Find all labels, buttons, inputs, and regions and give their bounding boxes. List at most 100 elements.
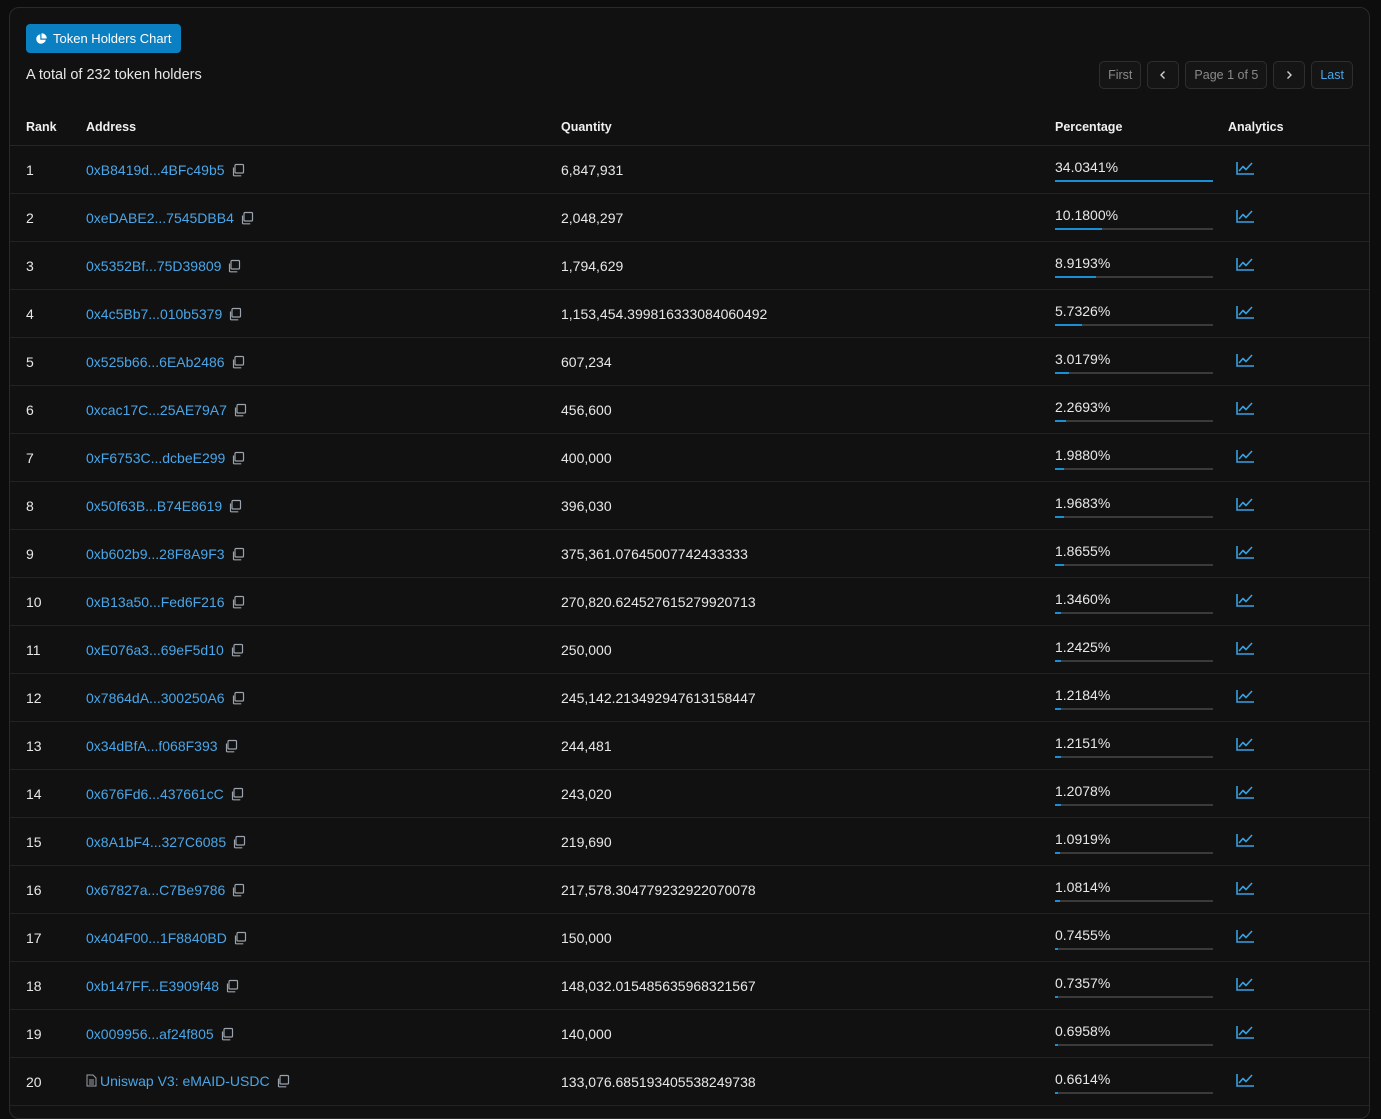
address-link[interactable]: 0xE076a3...69eF5d10	[86, 642, 224, 658]
analytics-chart-icon[interactable]	[1235, 256, 1255, 272]
address-link[interactable]: Uniswap V3: eMAID-USDC	[100, 1073, 270, 1089]
first-page-button[interactable]: First	[1099, 61, 1142, 89]
rank-cell: 11	[26, 641, 41, 658]
copy-icon[interactable]	[228, 307, 242, 321]
copy-icon[interactable]	[225, 979, 239, 993]
table-row: 6 0xcac17C...25AE79A7 456,600 2.2693%	[10, 385, 1369, 434]
address-link[interactable]: 0xF6753C...dcbeE299	[86, 450, 225, 466]
percentage-bar-fill	[1055, 276, 1097, 278]
address-link[interactable]: 0x525b66...6EAb2486	[86, 354, 225, 370]
address-header: Address	[86, 109, 561, 146]
percentage-bar-fill	[1055, 1044, 1059, 1046]
address-cell: 0x525b66...6EAb2486	[86, 354, 245, 370]
address-link[interactable]: 0xeDABE2...7545DBB4	[86, 210, 234, 226]
quantity-cell: 6,847,931	[561, 161, 624, 178]
copy-icon[interactable]	[231, 355, 245, 369]
percentage-text: 1.9683%	[1055, 495, 1111, 511]
quantity-cell: 375,361.07645007742433333	[561, 545, 748, 562]
analytics-chart-icon[interactable]	[1235, 688, 1255, 704]
address-link[interactable]: 0xB8419d...4BFc49b5	[86, 162, 225, 178]
copy-icon[interactable]	[231, 451, 245, 465]
analytics-chart-icon[interactable]	[1235, 352, 1255, 368]
table-row: 15 0x8A1bF4...327C6085 219,690 1.0919%	[10, 817, 1369, 866]
copy-icon[interactable]	[227, 259, 241, 273]
address-link[interactable]: 0x009956...af24f805	[86, 1026, 214, 1042]
address-link[interactable]: 0x8A1bF4...327C6085	[86, 834, 226, 850]
percentage-bar	[1055, 420, 1213, 422]
address-link[interactable]: 0xcac17C...25AE79A7	[86, 402, 227, 418]
holders-table: Rank Address Quantity Percentage Analyti…	[10, 109, 1369, 1106]
analytics-chart-icon[interactable]	[1235, 1072, 1255, 1088]
address-link[interactable]: 0x34dBfA...f068F393	[86, 738, 218, 754]
quantity-header: Quantity	[561, 109, 1055, 146]
analytics-chart-icon[interactable]	[1235, 832, 1255, 848]
copy-icon[interactable]	[231, 595, 245, 609]
analytics-chart-icon[interactable]	[1235, 640, 1255, 656]
rank-cell: 16	[26, 881, 42, 898]
address-link[interactable]: 0xb147FF...E3909f48	[86, 978, 219, 994]
rank-cell: 14	[26, 785, 42, 802]
rank-cell: 19	[26, 1025, 42, 1042]
copy-icon[interactable]	[230, 787, 244, 801]
analytics-chart-icon[interactable]	[1235, 976, 1255, 992]
percentage-bar	[1055, 564, 1213, 566]
percentage-bar-fill	[1055, 1092, 1059, 1094]
percentage-bar-fill	[1055, 900, 1061, 902]
copy-icon[interactable]	[231, 163, 245, 177]
copy-icon[interactable]	[233, 931, 247, 945]
percentage-bar-fill	[1055, 996, 1059, 998]
rank-cell: 12	[26, 689, 42, 706]
address-link[interactable]: 0x404F00...1F8840BD	[86, 930, 227, 946]
chevron-left-icon	[1160, 71, 1166, 79]
address-link[interactable]: 0x7864dA...300250A6	[86, 690, 225, 706]
analytics-chart-icon[interactable]	[1235, 544, 1255, 560]
analytics-chart-icon[interactable]	[1235, 208, 1255, 224]
address-link[interactable]: 0xb602b9...28F8A9F3	[86, 546, 225, 562]
analytics-chart-icon[interactable]	[1235, 880, 1255, 896]
percentage-text: 1.2151%	[1055, 735, 1111, 751]
copy-icon[interactable]	[224, 739, 238, 753]
percentage-text: 0.7357%	[1055, 975, 1111, 991]
address-link[interactable]: 0xB13a50...Fed6F216	[86, 594, 225, 610]
token-holders-chart-button[interactable]: Token Holders Chart	[26, 24, 181, 53]
percentage-bar	[1055, 372, 1213, 374]
address-link[interactable]: 0x67827a...C7Be9786	[86, 882, 225, 898]
address-link[interactable]: 0x5352Bf...75D39809	[86, 258, 221, 274]
percentage-cell: 1.3460%	[1055, 589, 1213, 614]
copy-icon[interactable]	[231, 883, 245, 897]
copy-icon[interactable]	[232, 835, 246, 849]
address-link[interactable]: 0x4c5Bb7...010b5379	[86, 306, 222, 322]
analytics-chart-icon[interactable]	[1235, 1024, 1255, 1040]
copy-icon[interactable]	[228, 499, 242, 513]
address-link[interactable]: 0x50f63B...B74E8619	[86, 498, 222, 514]
percentage-bar	[1055, 996, 1213, 998]
analytics-chart-icon[interactable]	[1235, 496, 1255, 512]
table-row: 9 0xb602b9...28F8A9F3 375,361.0764500774…	[10, 529, 1369, 578]
percentage-bar	[1055, 1092, 1213, 1094]
percentage-cell: 3.0179%	[1055, 349, 1213, 374]
copy-icon[interactable]	[230, 643, 244, 657]
rank-cell: 9	[26, 545, 34, 562]
analytics-chart-icon[interactable]	[1235, 448, 1255, 464]
analytics-chart-icon[interactable]	[1235, 928, 1255, 944]
copy-icon[interactable]	[233, 403, 247, 417]
analytics-chart-icon[interactable]	[1235, 784, 1255, 800]
next-page-button[interactable]	[1273, 61, 1306, 89]
analytics-chart-icon[interactable]	[1235, 160, 1255, 176]
percentage-header: Percentage	[1055, 109, 1228, 146]
analytics-chart-icon[interactable]	[1235, 736, 1255, 752]
address-link[interactable]: 0x676Fd6...437661cC	[86, 786, 224, 802]
copy-icon[interactable]	[231, 547, 245, 561]
copy-icon[interactable]	[276, 1074, 290, 1088]
last-page-button[interactable]: Last	[1311, 61, 1353, 89]
address-cell: 0xcac17C...25AE79A7	[86, 402, 247, 418]
copy-icon[interactable]	[240, 211, 254, 225]
percentage-bar	[1055, 516, 1213, 518]
copy-icon[interactable]	[231, 691, 245, 705]
copy-icon[interactable]	[220, 1027, 234, 1041]
analytics-chart-icon[interactable]	[1235, 400, 1255, 416]
analytics-chart-icon[interactable]	[1235, 304, 1255, 320]
prev-page-button[interactable]	[1147, 61, 1180, 89]
analytics-chart-icon[interactable]	[1235, 592, 1255, 608]
percentage-bar-fill	[1055, 660, 1061, 662]
